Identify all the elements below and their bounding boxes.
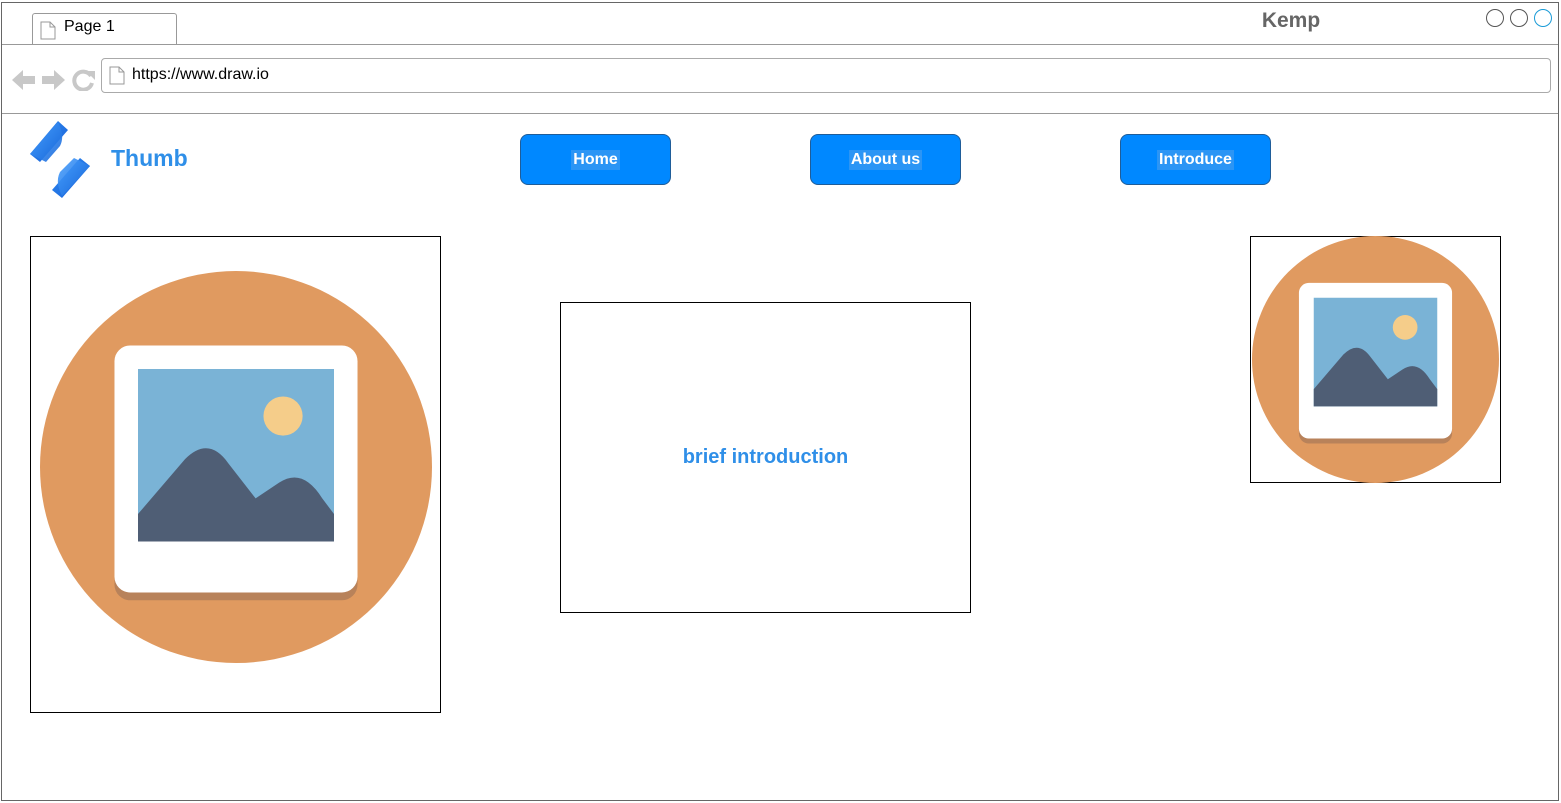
image-frame-small (1250, 236, 1501, 483)
nav-home-label: Home (571, 149, 620, 170)
page-doc-icon (109, 66, 125, 85)
nav-introduce-label: Introduce (1157, 149, 1234, 170)
reload-icon[interactable] (72, 69, 96, 91)
tab-bar: Page 1 Kemp (2, 3, 1558, 45)
forward-icon[interactable] (41, 69, 65, 91)
image-placeholder-icon (40, 271, 432, 663)
maximize-control-icon[interactable] (1510, 9, 1528, 27)
minimize-control-icon[interactable] (1486, 9, 1504, 27)
tab-page-1[interactable]: Page 1 (32, 13, 177, 44)
back-icon[interactable] (12, 69, 36, 91)
close-control-icon[interactable] (1534, 9, 1552, 27)
url-input[interactable] (132, 65, 1532, 85)
intro-text: brief introduction (682, 446, 849, 468)
lightning-logo-icon[interactable] (28, 118, 92, 200)
image-placeholder-icon (1252, 236, 1499, 483)
window-title: Kemp (1261, 9, 1321, 32)
address-bar[interactable] (101, 58, 1551, 93)
image-frame-large (30, 236, 441, 713)
nav-introduce-button[interactable]: Introduce (1120, 134, 1271, 185)
intro-box: brief introduction (560, 302, 971, 613)
doc-icon (40, 21, 56, 40)
nav-about-label: About us (848, 149, 923, 170)
tab-label: Page 1 (64, 18, 115, 35)
brand-name[interactable]: Thumb (111, 145, 188, 172)
nav-home-button[interactable]: Home (520, 134, 671, 185)
nav-about-button[interactable]: About us (810, 134, 961, 185)
browser-toolbar (2, 44, 1558, 114)
